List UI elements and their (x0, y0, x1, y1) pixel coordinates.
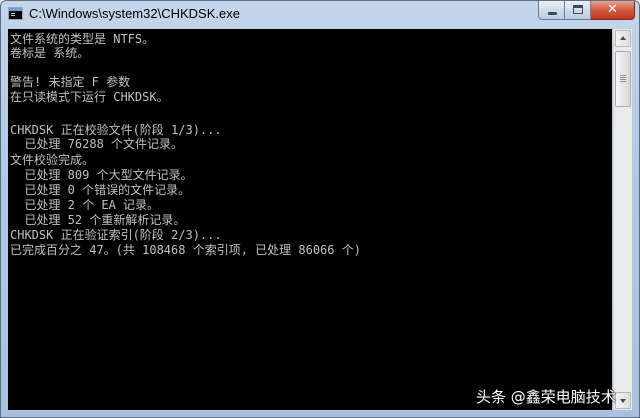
arrow-up-icon (620, 36, 626, 40)
console-window: C:\Windows\system32\CHKDSK.exe ✕ 文件系统的类型… (0, 0, 640, 418)
maximize-button[interactable] (565, 1, 591, 20)
console-line: 警告! 未指定 F 参数 (10, 75, 131, 89)
console-line: 在只读模式下运行 CHKDSK。 (10, 90, 169, 104)
close-button[interactable]: ✕ (591, 1, 635, 20)
console-line: CHKDSK 正在校验文件(阶段 1/3)... (10, 123, 222, 137)
console-output[interactable]: 文件系统的类型是 NTFS。 卷标是 系统。 警告! 未指定 F 参数 在只读模… (8, 29, 612, 410)
window-title: C:\Windows\system32\CHKDSK.exe (29, 6, 240, 21)
console-line: 已处理 2 个 EA 记录。 (10, 198, 160, 212)
arrow-down-icon (620, 399, 626, 403)
console-line: 已处理 0 个错误的文件记录。 (10, 183, 191, 197)
console-line: 文件系统的类型是 NTFS。 (10, 32, 155, 46)
console-line: CHKDSK 正在验证索引(阶段 2/3)... (10, 228, 222, 242)
title-bar[interactable]: C:\Windows\system32\CHKDSK.exe ✕ (1, 1, 639, 27)
console-line: 已完成百分之 47。(共 108468 个索引项, 已处理 86066 个) (10, 243, 361, 257)
minimize-button[interactable] (538, 1, 565, 20)
scroll-down-button[interactable] (615, 392, 631, 409)
console-line: 已处理 52 个重新解析记录。 (10, 213, 186, 227)
close-icon: ✕ (607, 2, 618, 17)
minimize-icon (548, 12, 557, 15)
scrollbar-thumb[interactable] (615, 51, 631, 107)
console-app-icon[interactable] (8, 7, 23, 20)
console-line: 已处理 76288 个文件记录。 (10, 137, 184, 151)
vertical-scrollbar[interactable] (613, 29, 632, 410)
grip-icon (620, 75, 626, 76)
caption-buttons: ✕ (538, 1, 635, 20)
watermark: 头条 @鑫荣电脑技术 (476, 388, 616, 406)
scroll-up-button[interactable] (615, 30, 631, 47)
console-line: 卷标是 系统。 (10, 46, 90, 60)
console-line: 已处理 809 个大型文件记录。 (10, 168, 193, 182)
console-line: 文件校验完成。 (10, 153, 95, 167)
maximize-icon (573, 5, 583, 14)
